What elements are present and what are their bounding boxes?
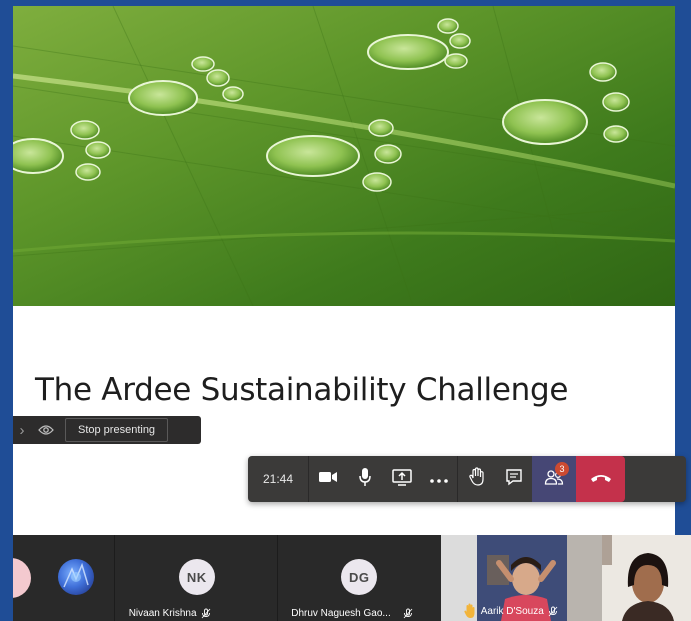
participant-name: Dhruv Naguesh Gao... (291, 608, 413, 619)
participant-tile[interactable] (13, 535, 56, 621)
share-screen-button[interactable] (383, 456, 420, 502)
participant-video (602, 535, 691, 621)
microphone-button[interactable] (346, 456, 383, 502)
mic-off-icon (201, 608, 211, 619)
participant-name: Aarik D'Souza (463, 603, 558, 619)
hang-up-icon (590, 470, 612, 488)
slide-leaf-image (13, 6, 675, 306)
raise-hand-icon (468, 466, 486, 492)
participant-name: Nivaan Krishna (129, 608, 211, 619)
more-icon (429, 470, 448, 488)
camera-icon (318, 470, 338, 489)
participant-tile[interactable]: DG Dhruv Naguesh Gao... (277, 535, 441, 621)
participant-video-tile[interactable] (602, 535, 691, 621)
participant-name-label: Dhruv Naguesh Gao... (291, 608, 391, 619)
chevron-right-icon[interactable]: › (13, 422, 31, 439)
slide-title: The Ardee Sustainability Challenge (35, 372, 569, 408)
participant-strip: NK Nivaan Krishna DG Dhruv Naguesh Gao..… (13, 535, 691, 621)
avatar (13, 558, 31, 598)
participants-button[interactable]: 3 (532, 456, 576, 502)
hang-up-button[interactable] (576, 456, 625, 502)
participants-count-badge: 3 (555, 462, 569, 476)
presenter-control-bar: › Stop presenting (13, 416, 201, 444)
mic-off-icon (548, 606, 558, 617)
more-options-button[interactable] (420, 456, 457, 502)
raised-hand-icon (463, 603, 477, 619)
participant-name-label: Aarik D'Souza (480, 605, 544, 617)
participant-name-label: Nivaan Krishna (128, 608, 197, 619)
meeting-window: The Ardee Sustainability Challenge › Sto… (0, 0, 691, 621)
eye-icon[interactable] (31, 416, 61, 444)
stop-presenting-button[interactable]: Stop presenting (65, 418, 169, 442)
microphone-icon (358, 467, 372, 492)
share-screen-icon (391, 468, 412, 491)
participant-tile[interactable] (55, 535, 114, 621)
call-timer: 21:44 (262, 472, 294, 486)
participant-tile[interactable]: NK Nivaan Krishna (113, 535, 278, 621)
chat-button[interactable] (495, 456, 532, 502)
chat-icon (505, 468, 523, 491)
raise-hand-button[interactable] (458, 456, 495, 502)
call-toolbar: 21:44 3 (248, 456, 686, 502)
camera-button[interactable] (309, 456, 346, 502)
participant-video-tile[interactable]: Aarik D'Souza (440, 535, 603, 621)
mic-off-icon (403, 608, 413, 619)
avatar: NK (178, 559, 215, 595)
avatar: DG (341, 559, 378, 595)
avatar (57, 559, 94, 595)
